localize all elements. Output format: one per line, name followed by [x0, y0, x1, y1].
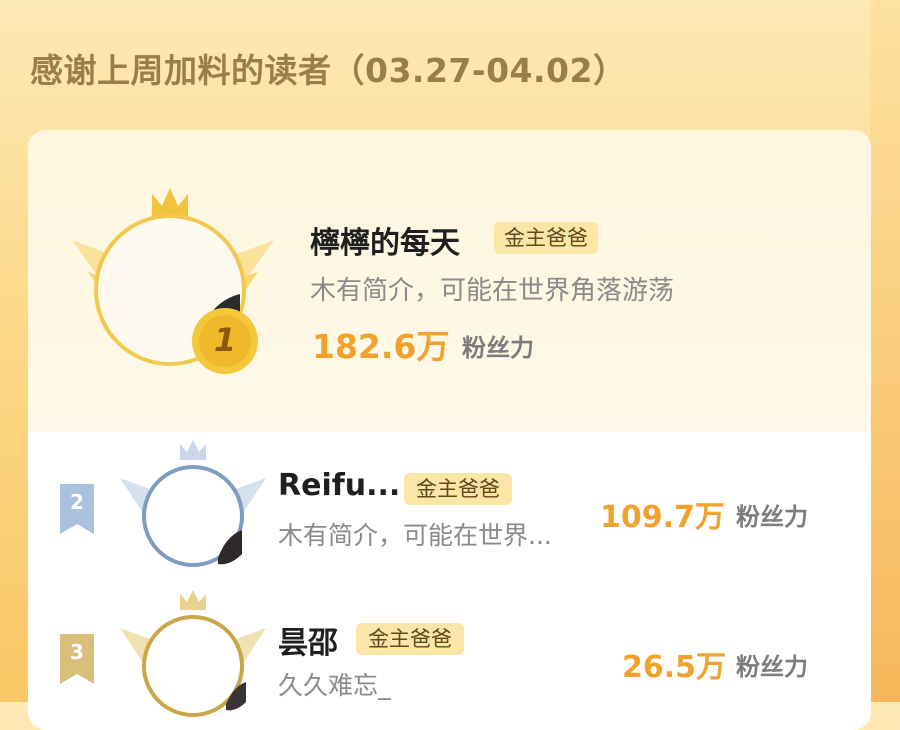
rank-number: 2	[70, 490, 84, 514]
crown-icon	[152, 188, 188, 218]
rank-ribbon-icon: 3	[60, 634, 94, 684]
gold-medal-icon: 1	[190, 306, 260, 376]
background-strip	[870, 0, 900, 702]
reader-name[interactable]: 檸檸的每天	[310, 218, 460, 262]
list-item[interactable]: 3 昙邵 金主爸爸 久久难忘_ 26.5万 粉丝力	[28, 582, 871, 730]
top-reader-section[interactable]: 1 檸檸的每天 金主爸爸 木有简介，可能在世界角落游荡 182.6万 粉丝力	[28, 130, 871, 432]
rank-number: 1	[213, 321, 237, 359]
reader-intro: 木有简介，可能在世界角落游荡	[310, 276, 675, 306]
rank-number: 3	[70, 640, 84, 664]
fans-label: 粉丝力	[736, 653, 808, 681]
page-title: 感谢上周加料的读者（03.27-04.02）	[30, 51, 627, 90]
fans-label: 粉丝力	[736, 503, 808, 531]
avatar-frame-gold-small[interactable]	[118, 588, 268, 728]
sponsor-badge: 金主爸爸	[356, 623, 464, 655]
avatar	[142, 615, 244, 717]
sponsor-badge: 金主爸爸	[494, 222, 598, 254]
leaderboard-card: 1 檸檸的每天 金主爸爸 木有简介，可能在世界角落游荡 182.6万 粉丝力 2	[28, 130, 871, 730]
fans-value: 109.7万	[600, 500, 725, 535]
reader-name[interactable]: Reifu...	[278, 468, 400, 503]
reader-intro: 木有简介，可能在世界...	[278, 521, 552, 550]
avatar-frame-blue[interactable]	[118, 438, 268, 578]
fans-label: 粉丝力	[462, 334, 534, 362]
fans-value: 182.6万	[312, 327, 450, 366]
crown-icon	[180, 590, 206, 610]
reader-name[interactable]: 昙邵	[278, 618, 338, 662]
list-item[interactable]: 2 Reifu... 金主爸爸 木有简介，可能在世界... 109.7万 粉丝力	[28, 432, 871, 582]
sponsor-badge: 金主爸爸	[404, 473, 512, 505]
crown-icon	[180, 440, 206, 460]
fans-value: 26.5万	[622, 650, 727, 685]
reader-intro: 久久难忘_	[278, 671, 391, 700]
rank-ribbon-icon: 2	[60, 484, 94, 534]
